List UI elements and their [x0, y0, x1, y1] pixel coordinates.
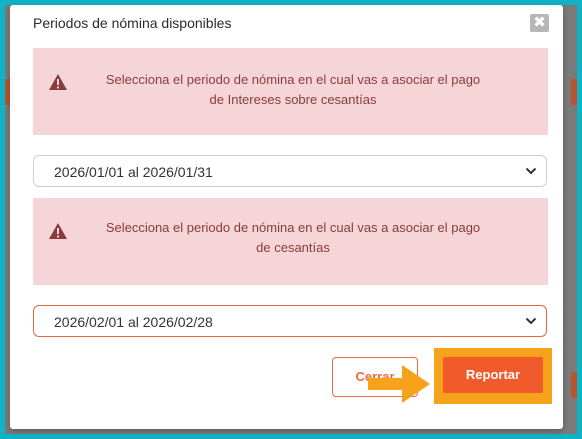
alert-message: Selecciona el periodo de nómina en el cu… [93, 70, 493, 110]
period-select-interest[interactable]: 2026/01/01 al 2026/01/31 [33, 155, 547, 187]
alert-interest-severance: Selecciona el periodo de nómina en el cu… [33, 48, 548, 135]
alert-message-line-1: Selecciona el periodo de nómina en el cu… [105, 220, 481, 235]
alert-message-line-2: de cesantías [256, 240, 330, 255]
chevron-down-icon [525, 167, 537, 175]
close-icon: ✖ [533, 14, 546, 31]
alert-severance: Selecciona el periodo de nómina en el cu… [33, 198, 548, 285]
alert-message-line-2: de Intereses sobre cesantías [209, 92, 377, 107]
alert-message-line-1: Selecciona el periodo de nómina en el cu… [105, 72, 481, 87]
close-button[interactable]: ✖ [530, 14, 549, 32]
background-button-right [571, 79, 577, 105]
highlight-frame: Reportar [434, 348, 552, 404]
period-select-severance[interactable]: 2026/02/01 al 2026/02/28 [33, 305, 547, 337]
warning-icon [49, 74, 67, 90]
chevron-down-icon [525, 317, 537, 325]
select-value: 2026/01/01 al 2026/01/31 [54, 164, 213, 180]
payroll-period-modal: Periodos de nómina disponibles ✖ Selecci… [10, 5, 563, 429]
select-value: 2026/02/01 al 2026/02/28 [54, 314, 213, 330]
report-button[interactable]: Reportar [443, 357, 543, 393]
alert-message: Selecciona el periodo de nómina en el cu… [93, 218, 493, 258]
background-button-right-lower [571, 372, 577, 398]
modal-title: Periodos de nómina disponibles [33, 15, 232, 31]
warning-icon [49, 223, 67, 239]
pointer-arrow-icon [368, 365, 430, 403]
